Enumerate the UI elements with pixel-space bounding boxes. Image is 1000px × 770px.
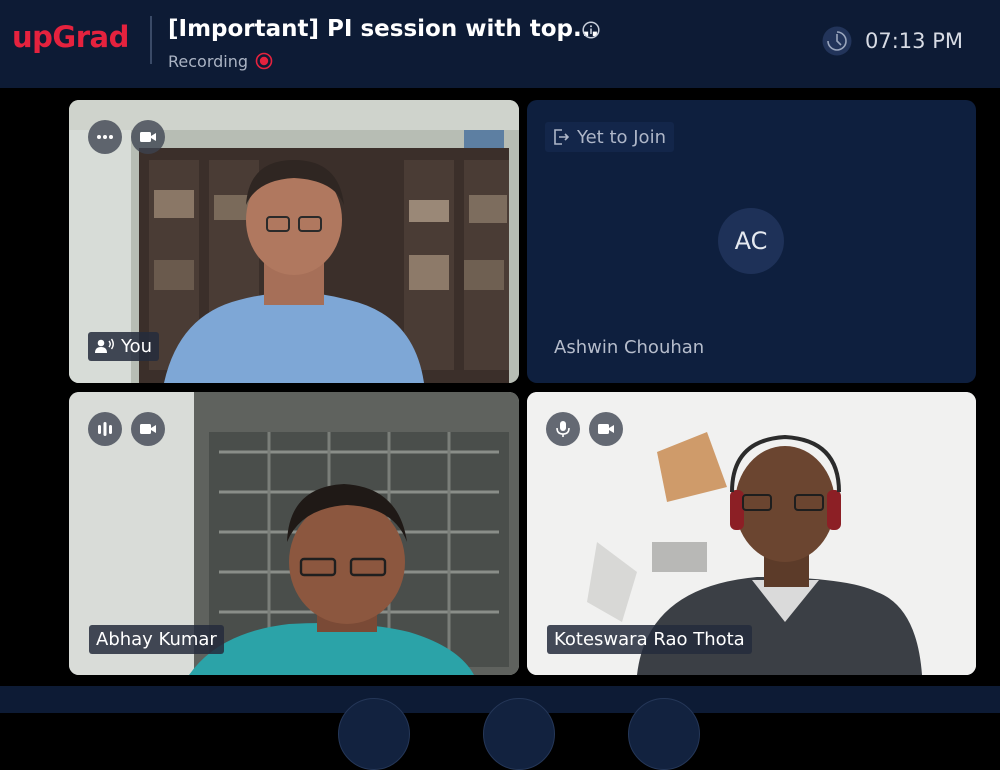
- top-bar: upGrad [Important] PI session with top..…: [0, 0, 1000, 88]
- participant-name-tag: You: [88, 332, 160, 361]
- more-options-icon: [97, 135, 113, 139]
- microphone-icon: [556, 421, 570, 437]
- header-divider: [150, 16, 152, 64]
- recording-dot-icon: [255, 52, 273, 70]
- current-time: 07:13 PM: [865, 29, 963, 53]
- exit-icon: [554, 129, 569, 145]
- video-camera-icon: [598, 424, 614, 434]
- video-toggle-button[interactable]: [131, 120, 165, 154]
- join-status-label: Yet to Join: [577, 126, 666, 148]
- video-tile-ashwin[interactable]: Yet to Join AC Ashwin Chouhan: [527, 100, 976, 383]
- microphone-toggle-button[interactable]: [546, 412, 580, 446]
- participant-name-abhay: Abhay Kumar: [89, 625, 224, 654]
- avatar: AC: [718, 208, 784, 274]
- upgrad-logo: upGrad: [12, 20, 129, 54]
- speaking-icon: [95, 338, 114, 353]
- video-camera-icon: [140, 424, 156, 434]
- bottom-control-button[interactable]: [628, 698, 700, 770]
- clock-icon: [822, 26, 852, 56]
- video-camera-icon: [140, 132, 156, 142]
- video-toggle-button[interactable]: [131, 412, 165, 446]
- audio-level-indicator[interactable]: [88, 412, 122, 446]
- more-options-button[interactable]: [88, 120, 122, 154]
- join-status-badge: Yet to Join: [545, 122, 674, 152]
- participant-name-you: You: [121, 336, 153, 357]
- video-toggle-button[interactable]: [589, 412, 623, 446]
- audio-level-icon: [98, 422, 112, 436]
- video-tile-koteswara[interactable]: Koteswara Rao Thota: [527, 392, 976, 675]
- recording-label: Recording: [168, 52, 249, 71]
- participant-name-ashwin: Ashwin Chouhan: [554, 337, 705, 358]
- bottom-control-button[interactable]: [483, 698, 555, 770]
- video-tile-abhay[interactable]: Abhay Kumar: [69, 392, 519, 675]
- session-title: [Important] PI session with top...: [168, 16, 600, 42]
- video-tile-you[interactable]: You: [69, 100, 519, 383]
- bottom-control-button[interactable]: [338, 698, 410, 770]
- participant-name-koteswara: Koteswara Rao Thota: [547, 625, 752, 654]
- info-icon[interactable]: [582, 21, 600, 39]
